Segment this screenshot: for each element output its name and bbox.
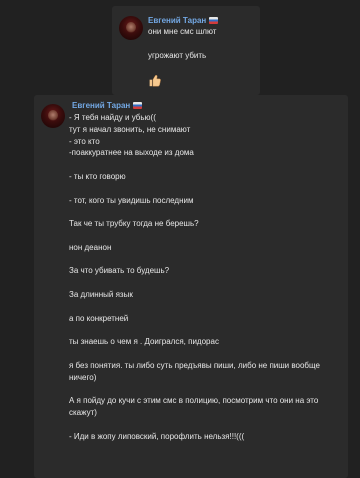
avatar[interactable]: [119, 16, 143, 40]
message-line: а по конкретней: [69, 313, 129, 323]
message-line: [69, 301, 340, 313]
message-line: [69, 206, 340, 218]
message-line: Так че ты трубку тогда не берешь?: [69, 219, 199, 229]
message-text: - Я тебя найду и убью(( тут я начал звони…: [69, 112, 340, 442]
message-line: [69, 159, 340, 171]
message-line: они мне смс шлют: [148, 27, 217, 36]
avatar[interactable]: [41, 104, 65, 128]
message-line: За что убивать то будешь?: [69, 266, 170, 276]
message-bubble: Евгений Таран они мне смс шлют угрожают …: [112, 6, 260, 95]
message-line: [69, 348, 340, 360]
author-name[interactable]: Евгений Таран: [148, 16, 219, 26]
message-line: [69, 254, 340, 266]
message-line: [69, 419, 340, 431]
message-line: - Иди в жопу липовский, порофлить нельзя…: [69, 431, 245, 441]
message-bubble: Евгений Таран - Я тебя найду и убью(( тут…: [34, 95, 348, 478]
message-line: тут я начал звонить, не снимают: [69, 124, 191, 134]
message-line: угрожают убить: [148, 50, 207, 60]
message-line: - Я тебя найду и убью((: [69, 113, 156, 122]
message-line: [69, 183, 340, 195]
message-line: [69, 324, 340, 336]
flag-icon: [209, 17, 219, 24]
message-line: нон деанон: [69, 242, 112, 252]
message-line: - тот, кого ты увидишь последним: [69, 195, 194, 205]
message-text: они мне смс шлют угрожают убить: [148, 26, 216, 61]
message-line: [69, 383, 340, 395]
message-line: - ты кто говорю: [69, 171, 126, 181]
message-line: За длинный язык: [69, 289, 133, 299]
message-line: - это кто: [69, 136, 100, 146]
flag-icon: [133, 102, 143, 109]
message-line: [148, 38, 216, 50]
message-line: [69, 230, 340, 242]
message-line: [69, 277, 340, 289]
thumbs-up-icon: [149, 75, 161, 87]
author-name[interactable]: Евгений Таран: [72, 101, 143, 111]
message-line: -поаккуратнее на выходе из дома: [69, 148, 194, 158]
message-line: я без понятия. ты либо суть предъявы пиш…: [69, 360, 323, 382]
message-line: А я пойду до кучи с этим смс в полицию, …: [69, 396, 321, 417]
message-line: ты знаешь о чем я . Доигрался, пидорас: [69, 337, 219, 347]
